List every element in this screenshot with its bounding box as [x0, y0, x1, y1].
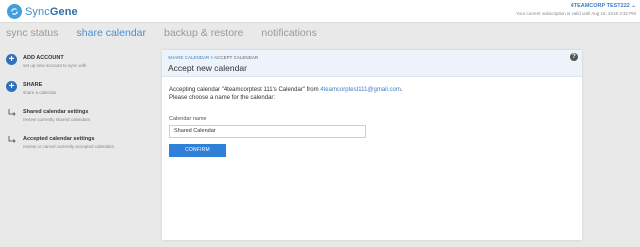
tab-share-calendar[interactable]: share calendar — [77, 27, 146, 43]
breadcrumb-share-calendar[interactable]: SHARE CALENDAR — [168, 55, 209, 60]
sidebar-item-desc: set up new account to sync with — [23, 63, 87, 68]
help-icon[interactable]: ? — [570, 53, 578, 61]
sidebar-item-accepted-settings[interactable]: Accepted calendar settings review or can… — [0, 131, 154, 158]
sync-logo-icon — [7, 4, 22, 19]
return-arrow-icon — [8, 136, 16, 143]
sidebar-item-share[interactable]: + SHARE share a calendar — [0, 77, 154, 104]
calendar-name-label: Calendar name — [169, 116, 207, 122]
sidebar-item-add-account[interactable]: + ADD ACCOUNT set up new account to sync… — [0, 50, 154, 77]
tab-notifications[interactable]: notifications — [261, 27, 316, 43]
sidebar-item-shared-settings[interactable]: Shared calendar settings review currentl… — [0, 104, 154, 131]
sidebar: + ADD ACCOUNT set up new account to sync… — [0, 50, 154, 158]
main-tabs: sync status share calendar backup & rest… — [0, 27, 329, 43]
sidebar-item-title: Shared calendar settings — [23, 109, 89, 115]
sidebar-item-desc: share a calendar — [23, 90, 57, 95]
tab-backup-restore[interactable]: backup & restore — [164, 27, 243, 43]
return-arrow-icon — [8, 109, 16, 116]
sidebar-item-desc: review or cancel currently accepted cale… — [23, 144, 115, 149]
sender-email-link[interactable]: 4teamcorptest111@gmail.com — [320, 87, 401, 93]
logo-text: SyncGene — [25, 5, 78, 18]
panel-header: SHARE CALENDAR > ACCEPT CALENDAR Accept … — [162, 50, 582, 77]
account-menu[interactable]: 4TEAMCORP TEST222 ⌄ — [516, 3, 636, 9]
sidebar-item-desc: review currently shared calendars — [23, 117, 91, 122]
breadcrumb: SHARE CALENDAR > ACCEPT CALENDAR — [168, 50, 582, 60]
accept-calendar-panel: SHARE CALENDAR > ACCEPT CALENDAR Accept … — [162, 50, 582, 240]
choose-name-message: Please choose a name for the calendar: — [169, 95, 276, 101]
panel-body: Accepting calendar "4teamcorptest 111's … — [162, 77, 582, 157]
sidebar-item-title: SHARE — [23, 82, 43, 88]
sidebar-item-title: Accepted calendar settings — [23, 136, 95, 142]
app-logo[interactable]: SyncGene — [7, 4, 78, 19]
account-info: 4TEAMCORP TEST222 ⌄ Your current subscri… — [516, 3, 636, 16]
sidebar-item-title: ADD ACCOUNT — [23, 55, 64, 61]
plus-icon: + — [6, 54, 17, 65]
subscription-note: Your current subscription is valid until… — [516, 11, 636, 16]
tab-sync-status[interactable]: sync status — [6, 27, 59, 43]
confirm-button[interactable]: CONFIRM — [169, 144, 226, 157]
calendar-name-input[interactable]: Shared Calendar — [169, 125, 366, 138]
page-title: Accept new calendar — [168, 63, 247, 73]
accepting-message: Accepting calendar "4teamcorptest 111's … — [169, 86, 582, 94]
top-bar: SyncGene 4TEAMCORP TEST222 ⌄ Your curren… — [0, 0, 640, 23]
accepting-suffix: . — [400, 87, 403, 93]
breadcrumb-current: ACCEPT CALENDAR — [214, 55, 259, 60]
plus-icon: + — [6, 81, 17, 92]
accepting-prefix: Accepting calendar "4teamcorptest 111's … — [169, 87, 321, 93]
